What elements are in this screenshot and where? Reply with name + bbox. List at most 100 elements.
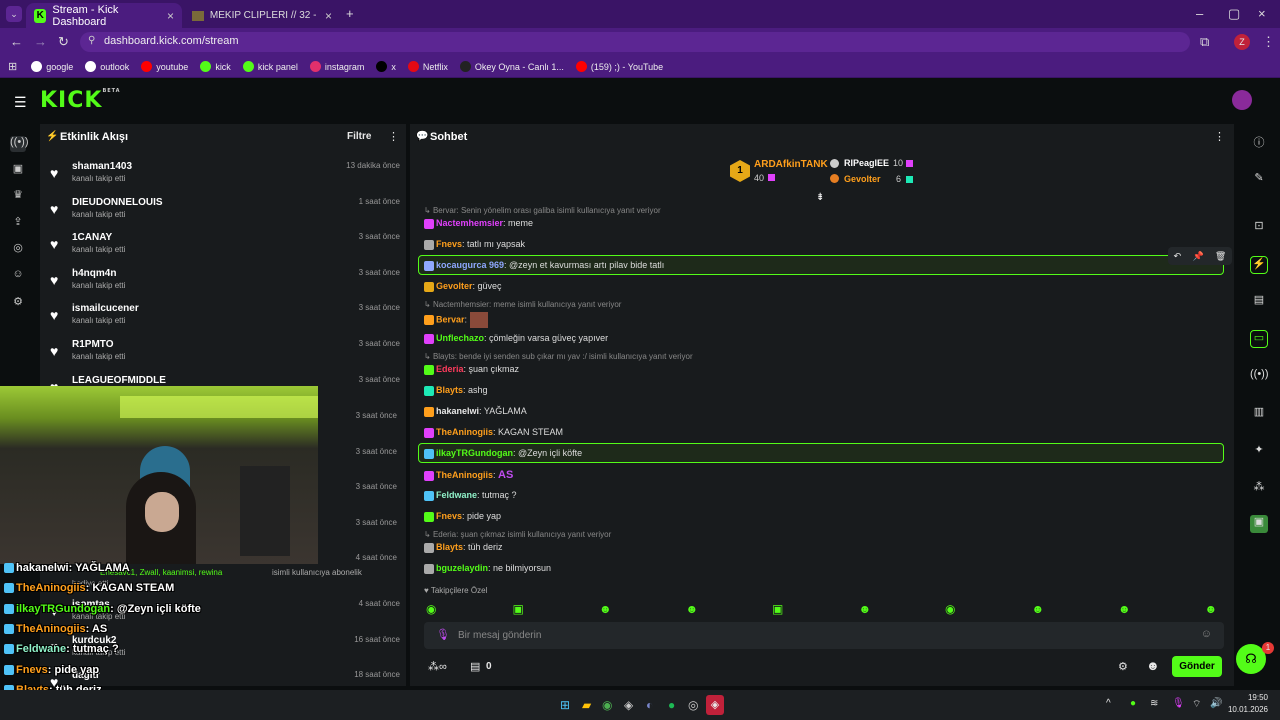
tray-wifi-icon[interactable]: ⌔ [1192,698,1201,711]
chat-username[interactable]: Blayts [436,385,463,395]
activity-item[interactable]: ♥ ismailcucener kanalı takip etti 3 saat ön… [50,303,400,339]
chat-username[interactable]: Bervar [436,314,465,324]
chat-message[interactable]: ilkayTRGundogan: @Zeyn içli köfte [424,448,582,459]
pin-icon[interactable]: 📌 [1192,251,1203,262]
bookmark-item[interactable]: x [376,61,396,72]
emote-icon[interactable]: ☻ [1118,602,1131,616]
nav-community-icon[interactable]: ☺ [10,268,26,284]
tools-icon[interactable]: ✦ [1250,443,1268,461]
reload-icon[interactable]: ↻ [58,34,69,50]
spotify-icon[interactable]: ● [668,698,675,712]
activity-username[interactable]: DIEUDONNELOUIS [72,197,163,208]
nav-upload-icon[interactable]: ⇪ [10,215,26,231]
activity-username[interactable]: shaman1403 [72,161,132,172]
back-icon[interactable]: ← [10,34,23,49]
chat-message[interactable]: hakanelwi: YAĞLAMA [424,406,527,417]
emote-icon[interactable]: ▣ [513,602,524,616]
clock-date[interactable]: 10.01.2026 [1222,705,1268,714]
chat-message[interactable]: Fnevs: pide yap [424,511,501,522]
user-avatar[interactable] [1232,90,1252,110]
url-field[interactable]: ⚲ dashboard.kick.com/stream [80,32,1190,52]
reply-icon[interactable]: ↶ [1174,251,1182,262]
nav-trophy-icon[interactable]: ♛ [10,188,26,204]
steam-icon[interactable]: ◈ [624,698,633,712]
chat-username[interactable]: Gevolter [436,281,473,291]
tab-kick-dashboard[interactable]: K Stream - Kick Dashboard × [26,3,182,28]
close-tab-icon[interactable]: × [167,9,174,23]
filter-button[interactable]: Filtre [347,131,371,142]
chat-username[interactable]: bguzelaydin [436,563,488,573]
chat-username[interactable]: TheAninogiis [436,470,493,480]
tab-mekip-clips[interactable]: MEKİP CLİPLERİ // 32 - Tier List × [184,3,340,28]
chat-message[interactable]: bguzelaydin: ne bilmiyorsun [424,563,551,574]
bookmark-item[interactable]: kick panel [242,61,298,72]
collapse-leaderboard-icon[interactable]: ⇟ [816,192,824,203]
bookmark-item[interactable]: kick [200,61,231,72]
close-tab-icon[interactable]: × [325,9,332,23]
emote-icon[interactable]: ☻ [686,602,699,616]
profile-avatar[interactable]: Z [1234,34,1250,50]
quick-actions-icon[interactable]: ⚡ [1250,256,1268,274]
tab-search-icon[interactable]: ⌄ [6,6,22,22]
chat-message[interactable]: kocaugurca 969: @zeyn et kavurması artı … [424,260,664,271]
active-app-icon[interactable]: ◈ [706,695,724,715]
tray-app-icon[interactable]: ● [1130,698,1136,709]
close-window-icon[interactable]: × [1258,6,1266,21]
emote-icon[interactable]: ☻ [859,602,872,616]
maximize-icon[interactable]: ▢ [1228,6,1240,22]
chat-message[interactable]: Fnevs: tatlı mı yapsak [424,239,525,250]
activity-item[interactable]: ♥ h4nqm4n kanalı takip etti 3 saat önce [50,268,400,304]
activity-item[interactable]: ♥ shaman1403 kanalı takip etti 13 dakika ön… [50,161,400,197]
send-button[interactable]: Gönder [1172,656,1222,677]
extensions-icon[interactable]: ⧉ [1200,34,1209,50]
chat-message[interactable]: Ederia: şuan çıkmaz [424,364,519,375]
chat-username[interactable]: TheAninogiis [436,427,493,437]
chat-message[interactable]: Nactemhemsier: meme [424,218,533,229]
chat-menu-icon[interactable]: ⋮ [1214,130,1225,143]
forward-icon[interactable]: → [34,34,47,49]
bookmark-item[interactable]: Okey Oyna - Canlı 1... [459,61,564,72]
chat-message[interactable]: Feldwane: tutmaç ? [424,490,517,501]
tray-network-icon[interactable]: ≋ [1150,698,1158,709]
discord-icon[interactable]: ◐ [646,698,653,712]
windows-start-icon[interactable]: ⊞ [560,698,570,712]
reply-context[interactable]: ↳ Bervar: Senin yönelim orası galiba isi… [424,206,661,215]
activity-item[interactable]: ♥ R1PMTO kanalı takip etti 3 saat önce [50,339,400,375]
emote-picker-icon[interactable]: ☻ [1146,658,1160,673]
chat-message[interactable]: Bervar: [424,312,488,328]
emote-icon[interactable]: ▣ [772,602,783,616]
chat-toggle-icon[interactable]: ▭ [1250,330,1268,348]
activity-item[interactable]: ♥ 1CANAY kanalı takip etti 3 saat önce [50,232,400,268]
chat-message[interactable]: Blayts: tüh deriz [424,542,503,553]
site-info-icon[interactable]: ⚲ [88,35,95,46]
chat-message[interactable]: TheAninogiis: AS [424,469,513,481]
chat-username[interactable]: kocaugurca 969 [436,260,504,270]
nav-analytics-icon[interactable]: ▣ [10,162,26,178]
emote-icon[interactable]: ☻ [1032,602,1045,616]
layout-icon[interactable]: ▥ [1250,405,1268,423]
chat-message[interactable]: Unflechazo: çömleğin varsa güveç yapıver [424,333,608,344]
activity-username[interactable]: LEAGUEOFMIDDLE [72,375,166,386]
obs-icon[interactable]: ◎ [688,698,698,712]
chat-username[interactable]: Ederia [436,364,464,374]
reply-context[interactable]: ↳ Ederia: şuan çıkmaz isimli kullanıcıya… [424,530,611,539]
hamburger-menu-icon[interactable]: ☰ [14,94,27,111]
leader-2-name[interactable]: RIPeaglEE [844,158,889,168]
clock-time[interactable]: 19:50 [1238,693,1268,702]
chat-settings-icon[interactable]: ⚙ [1118,660,1128,673]
bookmark-item[interactable]: youtube [141,61,188,72]
activity-item[interactable]: ♥ DIEUDONNELOUIS kanalı takip etti 1 saat ö… [50,197,400,233]
nav-stream-icon[interactable]: ((•)) [10,136,29,152]
chat-username[interactable]: Blayts [436,542,463,552]
app-icon[interactable]: ▣ [1250,515,1268,533]
chat-username[interactable]: Unflechazo [436,333,484,343]
broadcast-icon[interactable]: ((•)) [1250,368,1269,386]
minimize-icon[interactable]: – [1196,6,1203,21]
chat-username[interactable]: Nactemhemsier [436,218,503,228]
edit-icon[interactable]: ✎ [1250,171,1268,189]
browser-menu-icon[interactable]: ⋮ [1262,34,1275,50]
activity-username[interactable]: R1PMTO [72,339,114,350]
clip-icon[interactable]: ⊡ [1250,219,1268,237]
emote-icon[interactable]: ☻ [1205,602,1218,616]
leader-1-name[interactable]: ARDAfkinTANK [754,159,828,170]
